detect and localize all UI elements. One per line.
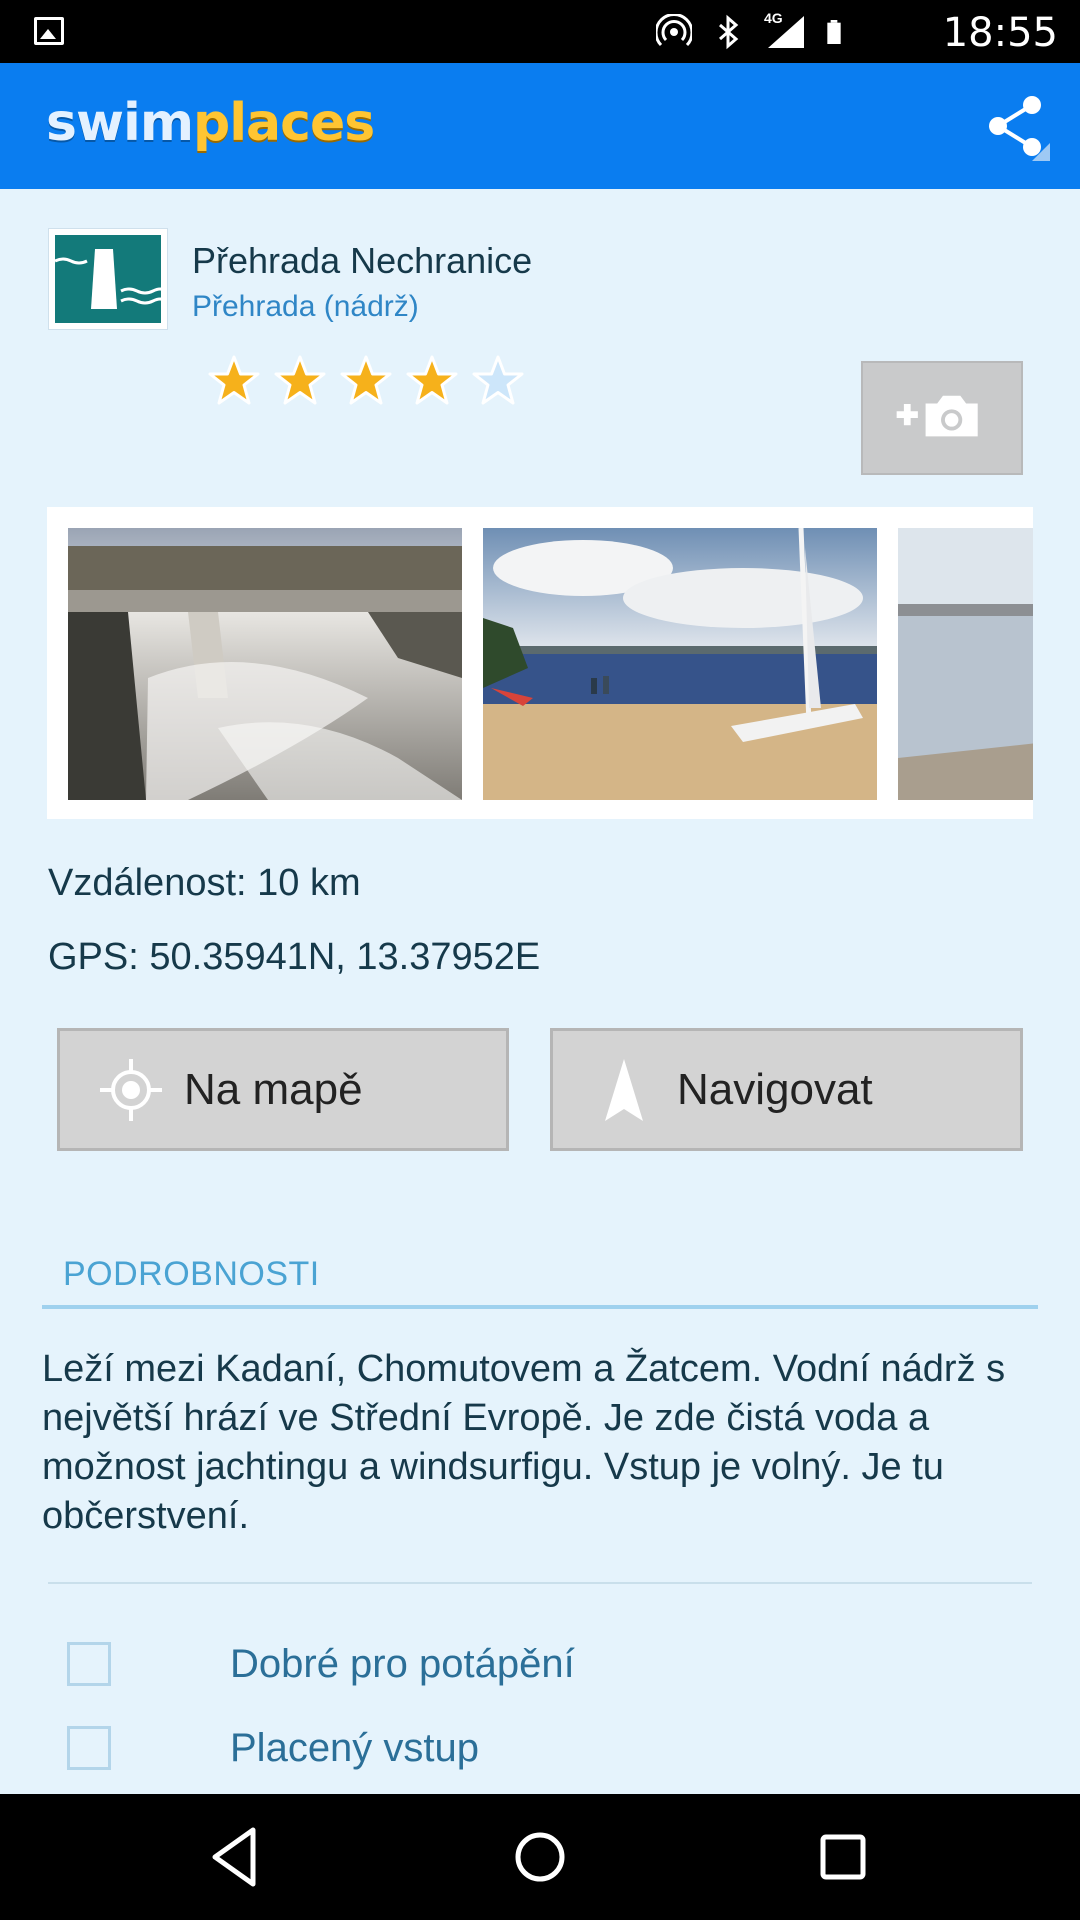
checkbox-diving[interactable] bbox=[67, 1642, 111, 1686]
navigate-button-label: Navigovat bbox=[677, 1064, 873, 1114]
checkbox-row-paid-entry[interactable]: Placený vstup bbox=[67, 1726, 479, 1770]
star-empty-icon[interactable] bbox=[471, 354, 525, 408]
star-filled-icon[interactable] bbox=[339, 354, 393, 408]
star-filled-icon[interactable] bbox=[273, 354, 327, 408]
rating[interactable] bbox=[207, 354, 525, 408]
place-title: Přehrada Nechranice bbox=[192, 240, 533, 281]
hotspot-icon bbox=[656, 14, 692, 47]
dam-icon bbox=[48, 228, 168, 330]
status-bar: 4G 18:55 bbox=[0, 0, 1080, 63]
photo-gallery[interactable] bbox=[47, 507, 1033, 819]
crosshair-icon bbox=[100, 1058, 162, 1121]
navigate-button[interactable]: Navigovat bbox=[550, 1028, 1023, 1151]
map-button[interactable]: Na mapě bbox=[57, 1028, 509, 1151]
star-filled-icon[interactable] bbox=[405, 354, 459, 408]
logo-swim: swim bbox=[46, 93, 194, 153]
navigation-bar bbox=[0, 1794, 1080, 1920]
photo-dam-spillway[interactable] bbox=[68, 528, 462, 800]
status-icons: 4G bbox=[656, 10, 850, 50]
signal-icon: 4G bbox=[764, 10, 808, 50]
app-logo: swimplaces bbox=[46, 93, 375, 153]
place-description: Leží mezi Kadaní, Chomutovem a Žatcem. V… bbox=[42, 1348, 1006, 1537]
recents-icon[interactable] bbox=[810, 1824, 876, 1890]
image-notification-icon bbox=[34, 17, 64, 45]
description-divider bbox=[48, 1582, 1032, 1584]
star-filled-icon[interactable] bbox=[207, 354, 261, 408]
logo-places: places bbox=[193, 93, 375, 153]
checkbox-paid-entry[interactable] bbox=[67, 1726, 111, 1770]
navigation-arrow-icon bbox=[605, 1058, 643, 1121]
photo-lake-shore[interactable] bbox=[898, 528, 1033, 800]
section-divider bbox=[42, 1305, 1038, 1309]
checkbox-label-diving: Dobré pro potápění bbox=[230, 1641, 575, 1686]
back-icon[interactable] bbox=[203, 1824, 269, 1890]
section-title-details: PODROBNOSTI bbox=[63, 1255, 320, 1293]
add-photo-button[interactable] bbox=[861, 361, 1023, 475]
photo-beach-catamaran[interactable] bbox=[483, 528, 877, 800]
gps-coordinates: GPS: 50.35941N, 13.37952E bbox=[48, 936, 541, 978]
home-icon[interactable] bbox=[507, 1824, 573, 1890]
place-type: Přehrada (nádrž) bbox=[192, 290, 419, 323]
bluetooth-icon bbox=[719, 14, 739, 50]
checkbox-row-diving[interactable]: Dobré pro potápění bbox=[67, 1642, 575, 1686]
battery-icon bbox=[827, 20, 841, 44]
share-icon[interactable] bbox=[984, 93, 1050, 163]
network-type: 4G bbox=[764, 10, 783, 26]
clock: 18:55 bbox=[942, 10, 1058, 56]
distance: Vzdálenost: 10 km bbox=[48, 862, 361, 904]
app-bar: swimplaces bbox=[0, 63, 1080, 189]
add-camera-icon bbox=[896, 395, 978, 437]
map-button-label: Na mapě bbox=[184, 1064, 363, 1114]
checkbox-label-paid-entry: Placený vstup bbox=[230, 1725, 480, 1770]
